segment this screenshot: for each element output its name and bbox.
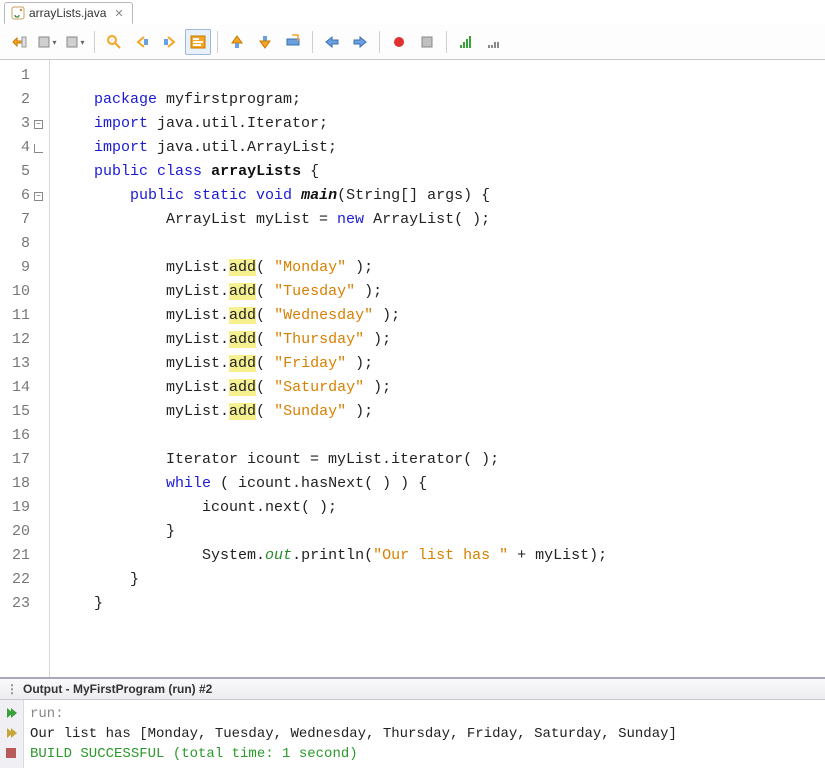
line-number: 15 [0, 400, 49, 424]
toolbar-separator [217, 31, 218, 53]
line-number: 3− [0, 112, 49, 136]
toggle-bookmark-button[interactable] [280, 29, 306, 55]
line-number: 7 [0, 208, 49, 232]
java-file-icon [11, 6, 25, 20]
code-line[interactable]: } [58, 520, 825, 544]
code-line[interactable]: } [58, 592, 825, 616]
find-next-button[interactable] [157, 29, 183, 55]
output-line: run: [30, 704, 819, 724]
toolbar-separator [94, 31, 95, 53]
stop-output-icon[interactable] [2, 744, 20, 762]
line-number: 8 [0, 232, 49, 256]
toolbar-separator [446, 31, 447, 53]
code-line[interactable]: public static void main(String[] args) { [58, 184, 825, 208]
find-prev-button[interactable] [129, 29, 155, 55]
line-number: 6− [0, 184, 49, 208]
file-tab[interactable]: arrayLists.java ✕ [4, 2, 133, 24]
line-number: 16 [0, 424, 49, 448]
line-number: 17 [0, 448, 49, 472]
fold-toggle-icon[interactable]: − [34, 192, 43, 201]
toolbar-separator [379, 31, 380, 53]
last-edit-button[interactable] [6, 29, 32, 55]
line-number: 10 [0, 280, 49, 304]
output-text[interactable]: run:Our list has [Monday, Tuesday, Wedne… [24, 700, 825, 768]
code-line[interactable]: myList.add( "Tuesday" ); [58, 280, 825, 304]
code-line[interactable]: myList.add( "Monday" ); [58, 256, 825, 280]
code-line[interactable]: import java.util.ArrayList; [58, 136, 825, 160]
line-number: 1 [0, 64, 49, 88]
code-line[interactable]: myList.add( "Saturday" ); [58, 376, 825, 400]
grip-icon: ⋮ [6, 682, 19, 696]
shift-left-button[interactable] [319, 29, 345, 55]
next-bookmark-button[interactable] [252, 29, 278, 55]
output-line: BUILD SUCCESSFUL (total time: 1 second) [30, 744, 819, 764]
code-line[interactable]: package myfirstprogram; [58, 88, 825, 112]
run-icon[interactable] [2, 724, 20, 742]
code-line[interactable]: myList.add( "Thursday" ); [58, 328, 825, 352]
code-line[interactable]: } [58, 568, 825, 592]
shift-right-button[interactable] [347, 29, 373, 55]
code-line[interactable] [58, 424, 825, 448]
rerun-icon[interactable] [2, 704, 20, 722]
tab-bar: arrayLists.java ✕ [0, 0, 825, 25]
code-line[interactable]: public class arrayLists { [58, 160, 825, 184]
line-number: 18 [0, 472, 49, 496]
line-number: 12 [0, 328, 49, 352]
toolbar-separator [312, 31, 313, 53]
line-number: 19 [0, 496, 49, 520]
code-line[interactable]: myList.add( "Sunday" ); [58, 400, 825, 424]
code-line[interactable]: import java.util.Iterator; [58, 112, 825, 136]
line-number: 21 [0, 544, 49, 568]
code-line[interactable]: Iterator icount = myList.iterator( ); [58, 448, 825, 472]
line-number: 2 [0, 88, 49, 112]
macro-record-button[interactable] [386, 29, 412, 55]
editor-toolbar: ▾ ▾ [0, 25, 825, 60]
line-number: 22 [0, 568, 49, 592]
code-line[interactable]: while ( icount.hasNext( ) ) { [58, 472, 825, 496]
toggle-highlight-button[interactable] [185, 29, 211, 55]
line-gutter: 123−456−7891011121314151617181920212223 [0, 60, 50, 677]
code-line[interactable] [58, 64, 825, 88]
output-title: Output - MyFirstProgram (run) #2 [23, 682, 212, 696]
line-number: 20 [0, 520, 49, 544]
code-line[interactable]: ArrayList myList = new ArrayList( ); [58, 208, 825, 232]
output-panel: ⋮ Output - MyFirstProgram (run) #2 run:O… [0, 677, 825, 768]
output-header[interactable]: ⋮ Output - MyFirstProgram (run) #2 [0, 679, 825, 700]
code-content[interactable]: package myfirstprogram; import java.util… [50, 60, 825, 677]
back-dropdown-button[interactable]: ▾ [34, 29, 60, 55]
fold-toggle-icon[interactable]: − [34, 120, 43, 129]
line-number: 23 [0, 592, 49, 616]
code-line[interactable]: icount.next( ); [58, 496, 825, 520]
tab-close-icon[interactable]: ✕ [114, 7, 123, 20]
line-number: 13 [0, 352, 49, 376]
line-number: 14 [0, 376, 49, 400]
output-line: Our list has [Monday, Tuesday, Wednesday… [30, 724, 819, 744]
tab-filename: arrayLists.java [29, 6, 106, 20]
prev-bookmark-button[interactable] [224, 29, 250, 55]
line-number: 4 [0, 136, 49, 160]
code-line[interactable]: myList.add( "Wednesday" ); [58, 304, 825, 328]
code-line[interactable]: System.out.println("Our list has " + myL… [58, 544, 825, 568]
uncomment-button[interactable] [481, 29, 507, 55]
code-line[interactable]: myList.add( "Friday" ); [58, 352, 825, 376]
forward-dropdown-button[interactable]: ▾ [62, 29, 88, 55]
macro-stop-button[interactable] [414, 29, 440, 55]
code-line[interactable] [58, 232, 825, 256]
code-editor[interactable]: 123−456−7891011121314151617181920212223 … [0, 60, 825, 677]
line-number: 5 [0, 160, 49, 184]
output-gutter [0, 700, 24, 768]
comment-button[interactable] [453, 29, 479, 55]
line-number: 9 [0, 256, 49, 280]
line-number: 11 [0, 304, 49, 328]
find-selection-button[interactable] [101, 29, 127, 55]
fold-end-icon [34, 144, 43, 153]
